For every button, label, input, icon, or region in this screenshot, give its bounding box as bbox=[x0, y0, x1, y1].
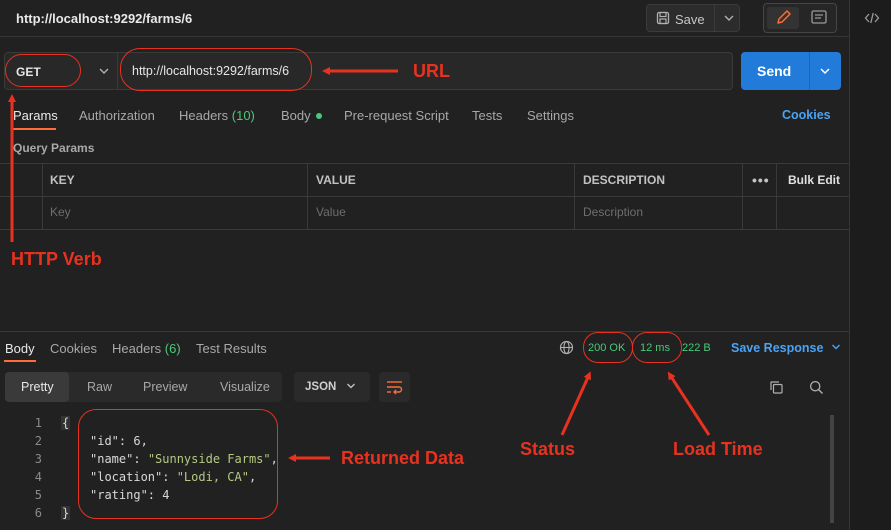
annotation-load-time: Load Time bbox=[673, 439, 763, 459]
right-sidebar bbox=[849, 0, 891, 530]
annotation-returned-data: Returned Data bbox=[341, 448, 465, 468]
annotation-http-verb: HTTP Verb bbox=[11, 249, 102, 269]
annotation-url: URL bbox=[413, 61, 450, 81]
code-icon[interactable] bbox=[864, 10, 880, 29]
annotation-status: Status bbox=[520, 439, 576, 459]
